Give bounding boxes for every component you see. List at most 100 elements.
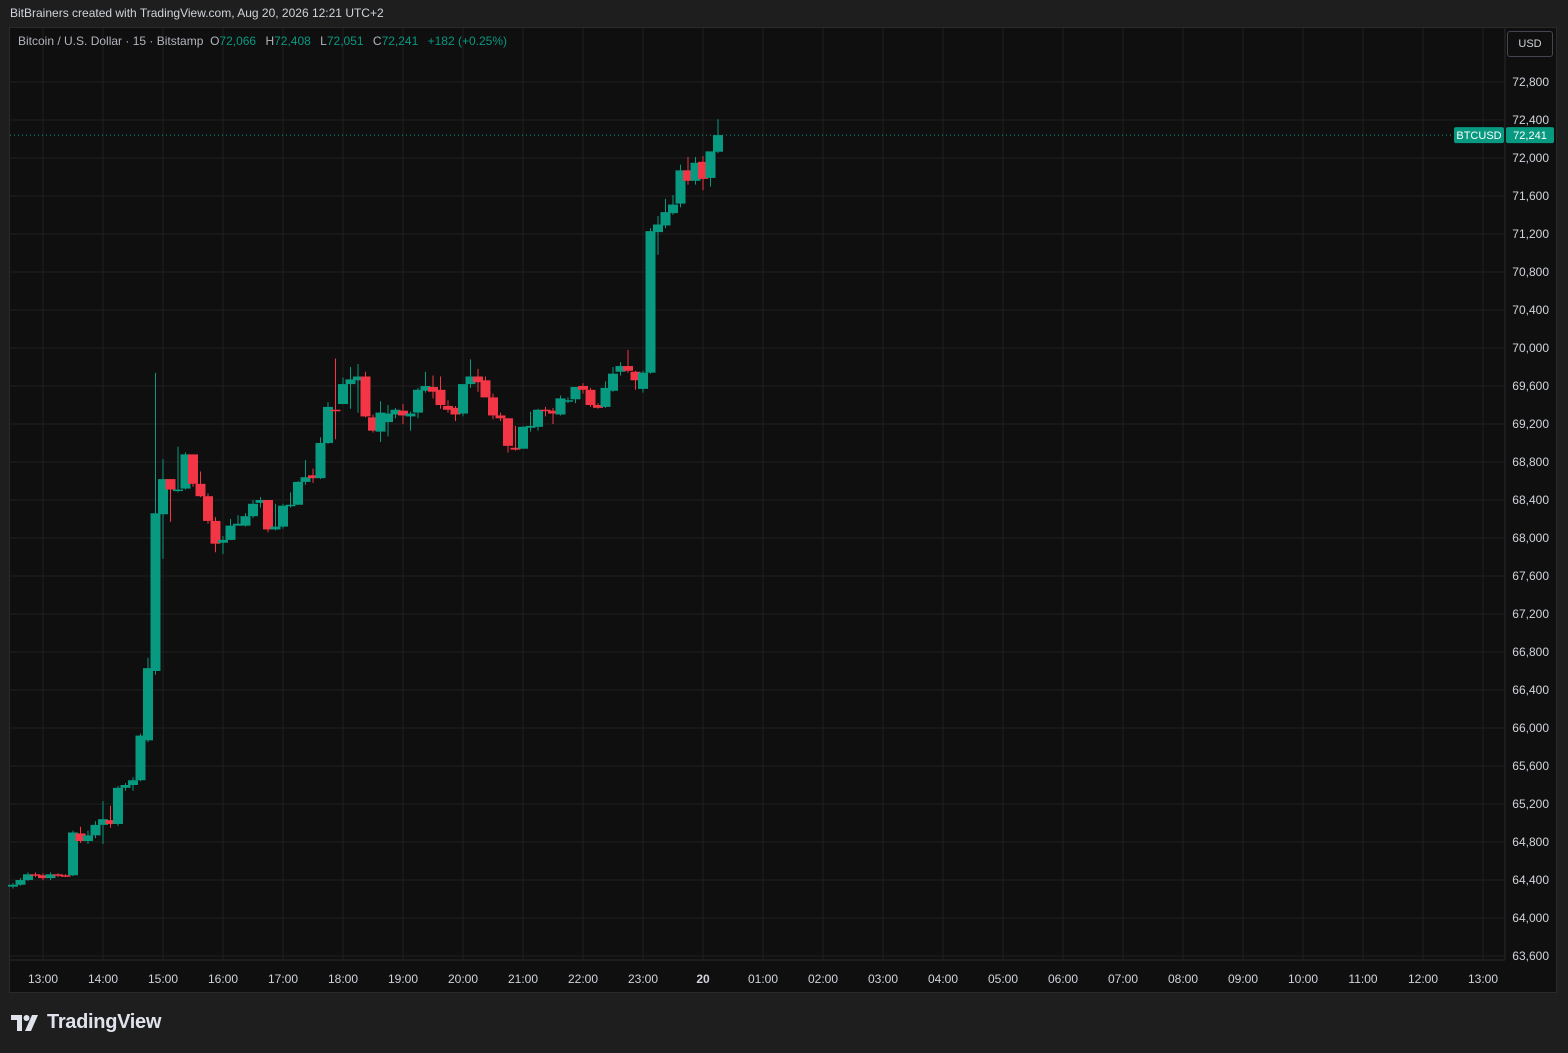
candle-body (503, 418, 513, 446)
time-tick-label: 17:00 (268, 972, 298, 986)
candle[interactable] (383, 405, 393, 437)
candle[interactable] (705, 151, 716, 187)
candle[interactable] (278, 503, 288, 529)
candle-body (383, 413, 393, 423)
time-tick-label: 20 (696, 972, 710, 986)
price-tick-label: 64,400 (1512, 873, 1549, 887)
candle-body (113, 787, 123, 824)
currency-button[interactable]: USD (1507, 31, 1553, 57)
candle[interactable] (135, 733, 146, 782)
price-tick-label: 64,800 (1512, 835, 1549, 849)
price-tick-label: 72,400 (1512, 113, 1549, 127)
price-tick-label: 67,200 (1512, 607, 1549, 621)
price-tick-label: 72,800 (1512, 75, 1549, 89)
candle-body (270, 526, 281, 530)
candle-body (323, 406, 333, 443)
candle[interactable] (293, 481, 303, 505)
time-tick-label: 14:00 (88, 972, 118, 986)
time-tick-label: 01:00 (748, 972, 778, 986)
candle[interactable] (203, 493, 213, 524)
candle[interactable] (323, 402, 333, 444)
time-tick-label: 11:00 (1348, 972, 1377, 986)
time-tick-label: 02:00 (808, 972, 838, 986)
candle[interactable] (458, 384, 468, 417)
legend-open-value: 72,066 (219, 34, 257, 48)
candle[interactable] (188, 454, 198, 487)
candle[interactable] (660, 198, 671, 229)
price-tick-label: 69,600 (1512, 379, 1549, 393)
legend-open-label: O (210, 34, 220, 48)
candle[interactable] (113, 785, 123, 826)
candle-body (315, 443, 326, 479)
time-tick-label: 16:00 (208, 972, 238, 986)
candle-body (203, 496, 213, 521)
price-tag-group: BTCUSD 72,241 (1454, 127, 1554, 144)
candle[interactable] (315, 437, 326, 480)
candle[interactable] (435, 376, 446, 409)
candle[interactable] (210, 517, 221, 553)
candle[interactable] (488, 393, 498, 420)
candle[interactable] (518, 425, 528, 449)
time-tick-label: 15:00 (148, 972, 178, 986)
time-tick-label: 13:00 (28, 972, 58, 986)
legend-low-label: L (320, 34, 327, 48)
tradingview-logo[interactable]: TradingView (11, 1011, 161, 1034)
chart-grid (10, 28, 1505, 960)
candle[interactable] (300, 460, 311, 485)
legend-change: +182 (+0.25%) (427, 34, 508, 48)
candle[interactable] (503, 418, 513, 453)
time-tick-label: 23:00 (628, 972, 658, 986)
candle-body (143, 668, 153, 741)
price-tick-label: 64,000 (1512, 911, 1549, 925)
candle[interactable] (623, 349, 633, 373)
candle[interactable] (555, 395, 566, 416)
candle-series (8, 119, 723, 889)
symbol-legend: Bitcoin / U.S. Dollar · 15 · Bitstamp O7… (18, 34, 507, 48)
candle-body (653, 224, 663, 233)
price-axis: 72,800 72,400 72,000 71,600 71,200 70,800 70,4… (1512, 75, 1549, 963)
time-tick-label: 05:00 (988, 972, 1018, 986)
candle[interactable] (638, 370, 648, 393)
candle-body (495, 415, 506, 419)
candle-body (120, 785, 131, 788)
candle-body (8, 884, 18, 887)
candle[interactable] (405, 411, 416, 431)
candle-body (638, 372, 648, 389)
time-tick-label: 20:00 (448, 972, 478, 986)
candlestick-chart[interactable]: 72,800 72,400 72,000 71,600 71,200 70,800 70,4… (0, 0, 1568, 1053)
candle-body (173, 489, 183, 492)
candle[interactable] (23, 872, 33, 881)
candle-body (435, 389, 446, 405)
candle-body (128, 780, 138, 785)
legend-low-value: 72,051 (326, 34, 364, 48)
time-tick-label: 03:00 (868, 972, 898, 986)
candle-body (645, 231, 656, 373)
candle[interactable] (45, 872, 56, 880)
candle-body (195, 483, 206, 497)
time-tick-label: 04:00 (928, 972, 958, 986)
candle[interactable] (645, 228, 656, 374)
time-tick-label: 07:00 (1108, 972, 1138, 986)
price-tag-symbol: BTCUSD (1456, 130, 1501, 142)
candle[interactable] (465, 359, 476, 388)
price-tick-label: 69,200 (1512, 417, 1549, 431)
candle[interactable] (360, 371, 371, 418)
candle-body (623, 366, 633, 371)
time-tick-label: 13:00 (1468, 972, 1498, 986)
price-tick-label: 70,400 (1512, 303, 1549, 317)
candle-body (15, 880, 26, 885)
candle-body (480, 380, 491, 398)
candle[interactable] (585, 387, 596, 407)
tradingview-logo-icon (11, 1014, 38, 1031)
candle-body (165, 479, 176, 490)
time-tick-label: 21:00 (508, 972, 538, 986)
price-tick-label: 71,200 (1512, 227, 1549, 241)
price-tick-label: 68,000 (1512, 531, 1549, 545)
legend-symbol[interactable]: Bitcoin / U.S. Dollar · 15 · Bitstamp (18, 34, 203, 48)
candle[interactable] (225, 519, 236, 540)
time-tick-label: 12:00 (1408, 972, 1438, 986)
candle[interactable] (713, 119, 723, 154)
candle[interactable] (150, 372, 161, 675)
price-tick-label: 66,800 (1512, 645, 1549, 659)
time-tick-label: 06:00 (1048, 972, 1078, 986)
